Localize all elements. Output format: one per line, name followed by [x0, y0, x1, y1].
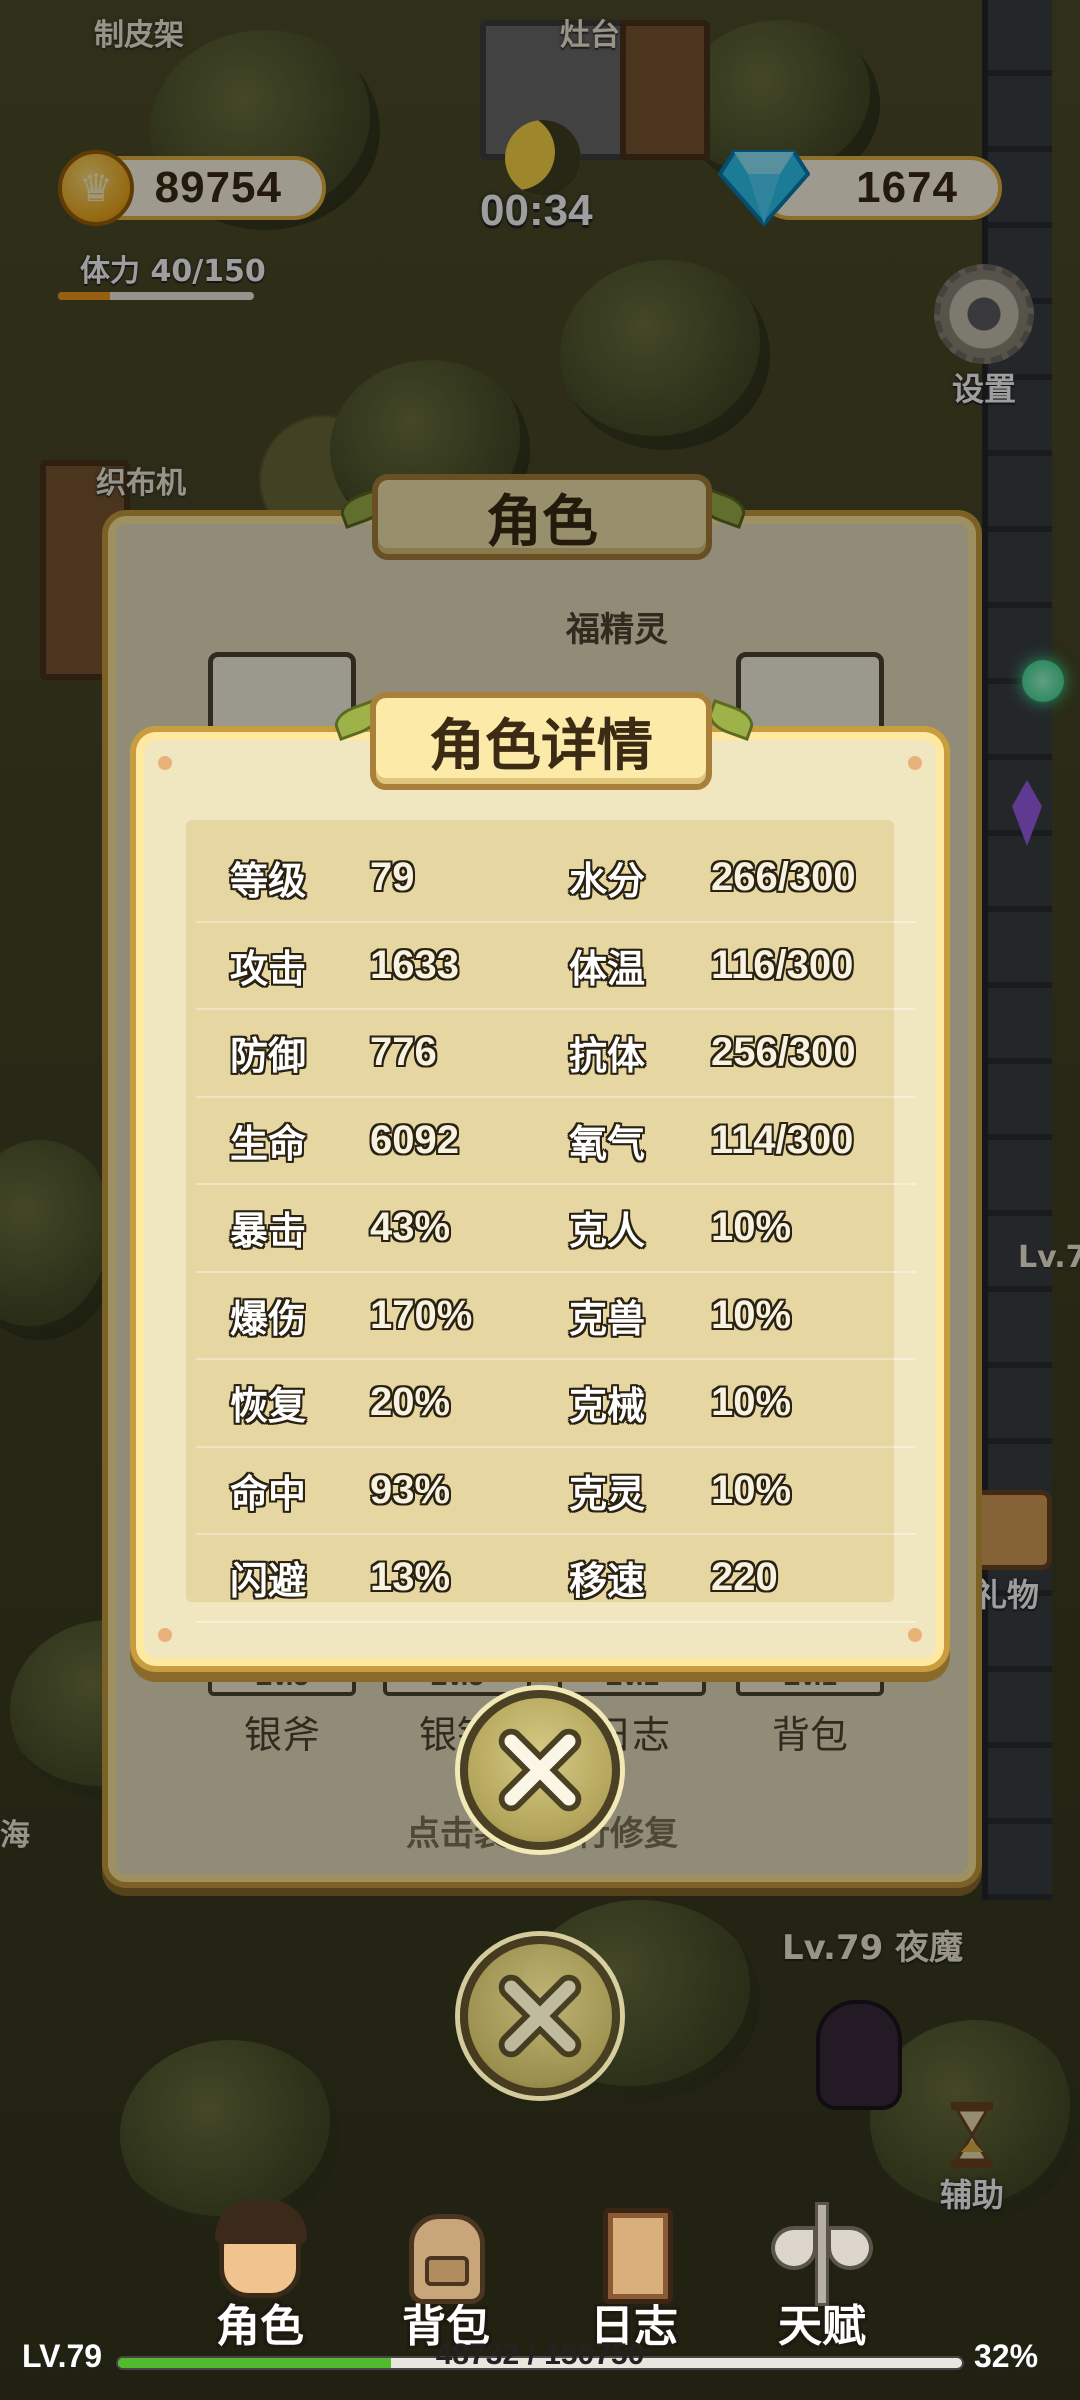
stat-value: 114/300	[711, 1117, 854, 1162]
close-icon	[498, 1974, 582, 2058]
stat-value: 10%	[711, 1205, 792, 1250]
backpack-icon	[391, 2200, 501, 2310]
stat-row: 闪避 13% 移速 220	[196, 1535, 916, 1623]
stat-value: 20%	[370, 1380, 451, 1425]
character-detail-panel: 等级 79 水分 266/300 攻击 1633 体温 116/300 防御 776 抗体 256/3…	[136, 732, 944, 1666]
character-icon	[205, 2200, 315, 2310]
stat-value: 10%	[711, 1380, 792, 1425]
stat-value: 10%	[711, 1292, 792, 1337]
stat-label: 克械	[569, 1384, 646, 1429]
stat-label: 体温	[569, 946, 646, 991]
stat-value: 266/300	[711, 855, 856, 900]
stat-label: 生命	[230, 1121, 307, 1166]
stat-value: 1633	[370, 942, 459, 987]
stat-label: 命中	[230, 1471, 307, 1516]
stat-row: 生命 6092 氧气 114/300	[196, 1098, 916, 1185]
stat-label: 水分	[569, 859, 646, 904]
nav-journal[interactable]: 日志	[554, 2200, 714, 2354]
stat-row: 暴击 43% 克人 10%	[196, 1185, 916, 1273]
xp-progress-text: 48732 / 150750	[435, 2338, 645, 2371]
stat-value: 116/300	[711, 942, 854, 987]
corner-rivet	[158, 1628, 172, 1642]
stat-row: 恢复 20% 克械 10%	[196, 1360, 916, 1448]
stat-row: 爆伤 170% 克兽 10%	[196, 1273, 916, 1360]
detail-panel-title: 角色详情	[370, 692, 712, 790]
close-detail-button[interactable]	[460, 1690, 620, 1850]
stat-value: 256/300	[711, 1030, 856, 1075]
stat-value: 776	[370, 1030, 437, 1075]
stat-label: 爆伤	[230, 1296, 307, 1341]
stat-label: 恢复	[230, 1384, 307, 1429]
talent-icon	[767, 2200, 877, 2310]
stat-row: 攻击 1633 体温 116/300	[196, 923, 916, 1010]
nav-talent[interactable]: 天赋	[742, 2200, 902, 2354]
journal-icon	[579, 2200, 689, 2310]
stat-row: 命中 93% 克灵 10%	[196, 1448, 916, 1535]
stat-label: 氧气	[569, 1121, 646, 1166]
xp-percent: 32%	[974, 2338, 1039, 2374]
stat-label: 等级	[230, 859, 307, 904]
close-character-button[interactable]	[460, 1936, 620, 2096]
stat-value: 79	[370, 855, 415, 900]
stat-row: 防御 776 抗体 256/300	[196, 1010, 916, 1098]
stat-label: 移速	[569, 1559, 646, 1604]
stat-label: 暴击	[230, 1209, 307, 1254]
stat-value: 10%	[711, 1467, 792, 1512]
nav-character[interactable]: 角色	[180, 2200, 340, 2354]
stat-label: 攻击	[230, 946, 307, 991]
stat-value: 6092	[370, 1117, 459, 1162]
stat-value: 93%	[370, 1467, 451, 1512]
stat-value: 220	[711, 1555, 778, 1600]
stat-label: 抗体	[569, 1034, 646, 1079]
nav-backpack[interactable]: 背包	[366, 2200, 526, 2354]
corner-rivet	[908, 756, 922, 770]
stat-label: 防御	[230, 1034, 307, 1079]
stat-row: 等级 79 水分 266/300	[196, 835, 916, 923]
corner-rivet	[908, 1628, 922, 1642]
stat-value: 170%	[370, 1292, 473, 1337]
stat-label: 闪避	[230, 1559, 307, 1604]
stat-label: 克兽	[569, 1296, 646, 1341]
stats-grid: 等级 79 水分 266/300 攻击 1633 体温 116/300 防御 776 抗体 256/3…	[196, 835, 916, 1623]
stat-label: 克灵	[569, 1471, 646, 1516]
close-icon	[498, 1728, 582, 1812]
stat-value: 13%	[370, 1555, 451, 1600]
corner-rivet	[158, 756, 172, 770]
stat-label: 克人	[569, 1209, 646, 1254]
stat-value: 43%	[370, 1205, 451, 1250]
